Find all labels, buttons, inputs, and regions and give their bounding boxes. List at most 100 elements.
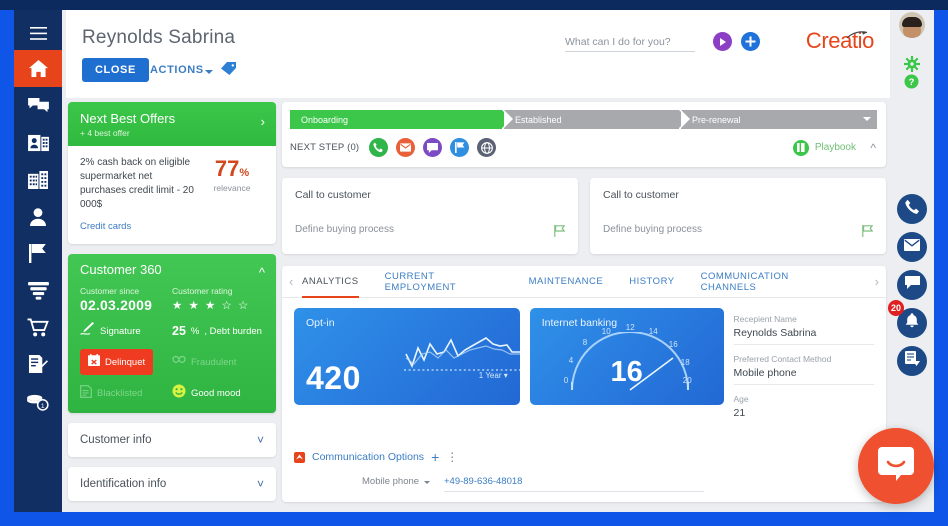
banking-widget[interactable]: Internet banking 0 4 8 10 12 14 16 18 20…	[529, 308, 724, 405]
close-button[interactable]: CLOSE	[82, 58, 149, 82]
task-card[interactable]: Call to customer Define buying process	[590, 178, 886, 254]
mood-item[interactable]: Good mood	[172, 384, 264, 403]
person-icon	[30, 207, 46, 226]
sidebar-item-contracts[interactable]	[14, 346, 62, 383]
plus-icon[interactable]: +	[431, 450, 439, 464]
blacklist-mood-row: Blacklisted Good mood	[80, 384, 264, 403]
svg-text:1: 1	[41, 402, 45, 409]
customer-rating-label: Customer rating	[172, 286, 233, 296]
taskbar[interactable]	[0, 512, 948, 526]
tab-analytics[interactable]: ANALYTICS	[302, 266, 359, 298]
debt-label: , Debt burden	[204, 325, 262, 337]
nbo-link[interactable]: Credit cards	[80, 221, 131, 232]
sidebar-item-contacts[interactable]	[14, 124, 62, 161]
signature-item[interactable]: Signature	[80, 322, 172, 340]
blacklisted-item[interactable]: Blacklisted	[80, 384, 172, 403]
sidebar-item-campaigns[interactable]	[14, 235, 62, 272]
task-subtitle: Define buying process	[295, 224, 394, 235]
tab-current-employment[interactable]: CURRENT EMPLOYMENT	[385, 266, 503, 298]
sidebar-item-orders[interactable]	[14, 309, 62, 346]
info-field-age[interactable]: Age 21	[734, 394, 874, 424]
avatar[interactable]	[899, 12, 925, 38]
sidebar-item-invoices[interactable]: 1	[14, 383, 62, 420]
email-button[interactable]	[897, 232, 927, 262]
cart-icon	[27, 318, 49, 337]
status-badge-delinquent[interactable]: Delinquet	[80, 349, 154, 375]
accordion-identification-info[interactable]: Identification info ˅	[68, 467, 276, 501]
coins-icon: 1	[27, 393, 49, 411]
chat-widget-button[interactable]	[858, 428, 934, 504]
chat-button[interactable]	[897, 270, 927, 300]
fraudulent-item[interactable]: Fraudulent	[172, 353, 264, 371]
stage-onboarding[interactable]: Onboarding	[290, 110, 511, 129]
sidebar-item-feed[interactable]	[14, 87, 62, 124]
mood-label: Good mood	[191, 388, 241, 399]
plus-icon[interactable]	[741, 32, 760, 51]
communication-value[interactable]: +49-89-636-48018	[444, 476, 704, 492]
chevron-up-icon[interactable]: ^	[870, 141, 876, 155]
stage-prerenewal[interactable]: Pre-renewal	[681, 110, 877, 129]
tabs-panel: ‹ › ANALYTICS CURRENT EMPLOYMENT MAINTEN…	[282, 266, 886, 502]
tab-maintenance[interactable]: MAINTENANCE	[529, 266, 604, 298]
optin-period[interactable]: 1 Year ▾	[479, 371, 508, 380]
stage-label: Pre-renewal	[692, 114, 741, 125]
info-field-recipient[interactable]: Recepient Name Reynolds Sabrina	[733, 314, 874, 345]
chevron-down-icon[interactable]: ˅	[257, 433, 264, 447]
stage-dropdown-icon[interactable]	[863, 117, 871, 121]
signature-debt-row: Signature 25 % , Debt burden	[80, 322, 264, 340]
task-icon	[904, 351, 920, 371]
tab-scroll-left-icon[interactable]: ‹	[289, 274, 293, 289]
kebab-menu-icon[interactable]: ⋮	[446, 451, 458, 463]
info-field-contact-method[interactable]: Preferred Contact Method Mobile phone	[733, 354, 874, 385]
sidebar-item-menu[interactable]	[14, 16, 62, 50]
playbook-label: Playbook	[814, 142, 856, 153]
sidebar-item-accounts[interactable]	[14, 161, 62, 198]
chevron-down-icon[interactable]	[205, 70, 213, 74]
tab-history[interactable]: HISTORY	[629, 266, 674, 298]
nbo-header[interactable]: Next Best Offers + 4 best offer ›	[68, 102, 276, 146]
phone-icon[interactable]	[369, 138, 389, 157]
sidebar-item-leads[interactable]	[14, 198, 62, 235]
tab-scroll-right-icon[interactable]: ›	[875, 274, 879, 289]
stage-established[interactable]: Established	[504, 110, 688, 129]
sidebar-item-home[interactable]	[14, 50, 62, 87]
playbook-icon	[792, 139, 809, 156]
tasks-button[interactable]	[897, 346, 927, 376]
message-icon[interactable]	[423, 138, 443, 157]
next-step-bar: NEXT STEP (0) Playbook ^	[290, 138, 878, 157]
communication-section-label[interactable]: Communication Options	[312, 451, 424, 463]
communication-section-icon	[294, 451, 305, 463]
communication-row: Mobile phone +49-89-636-48018	[362, 476, 704, 492]
search-input[interactable]	[565, 34, 695, 52]
actions-button[interactable]: ACTIONS	[146, 58, 208, 82]
gear-icon[interactable]	[904, 56, 920, 72]
call-button[interactable]	[897, 194, 927, 224]
flag-icon[interactable]	[450, 138, 470, 157]
relevance-value: 77	[214, 156, 240, 181]
customer-since-label: Customer since	[80, 286, 140, 296]
accordion-customer-info[interactable]: Customer info ˅	[68, 423, 276, 457]
help-icon[interactable]: ?	[904, 74, 920, 90]
customer-rating-block: Customer rating ★ ★ ★ ☆ ☆	[172, 286, 264, 313]
gauge-tick: 16	[668, 340, 678, 349]
avatar-hair	[902, 17, 922, 27]
optin-widget[interactable]: Opt-in 1 Year ▾ 420	[294, 308, 520, 405]
envelope-icon[interactable]	[396, 138, 416, 157]
tab-communication-channels[interactable]: COMMUNICATION CHANNELS	[701, 266, 840, 298]
communication-header: Communication Options + ⋮	[294, 450, 704, 464]
play-icon[interactable]	[713, 32, 732, 51]
flag-icon[interactable]	[862, 224, 874, 242]
blacklist-doc-icon	[80, 384, 92, 403]
chevron-up-icon[interactable]: ^	[259, 265, 265, 280]
tag-icon[interactable]	[221, 62, 236, 80]
communication-type-label: Mobile phone	[362, 476, 420, 487]
chevron-down-icon[interactable]: ˅	[257, 477, 264, 491]
communication-type-select[interactable]: Mobile phone	[362, 476, 444, 487]
chevron-right-icon[interactable]: ›	[261, 114, 265, 129]
flag-icon[interactable]	[554, 224, 566, 242]
task-card[interactable]: Call to customer Define buying process	[282, 178, 578, 254]
globe-icon[interactable]	[477, 138, 497, 157]
screen: 1 Reynolds Sabrina CLOSE ACTIONS C	[0, 0, 948, 526]
sidebar-item-opportunities[interactable]	[14, 272, 62, 309]
playbook-button[interactable]: Playbook	[792, 139, 856, 156]
